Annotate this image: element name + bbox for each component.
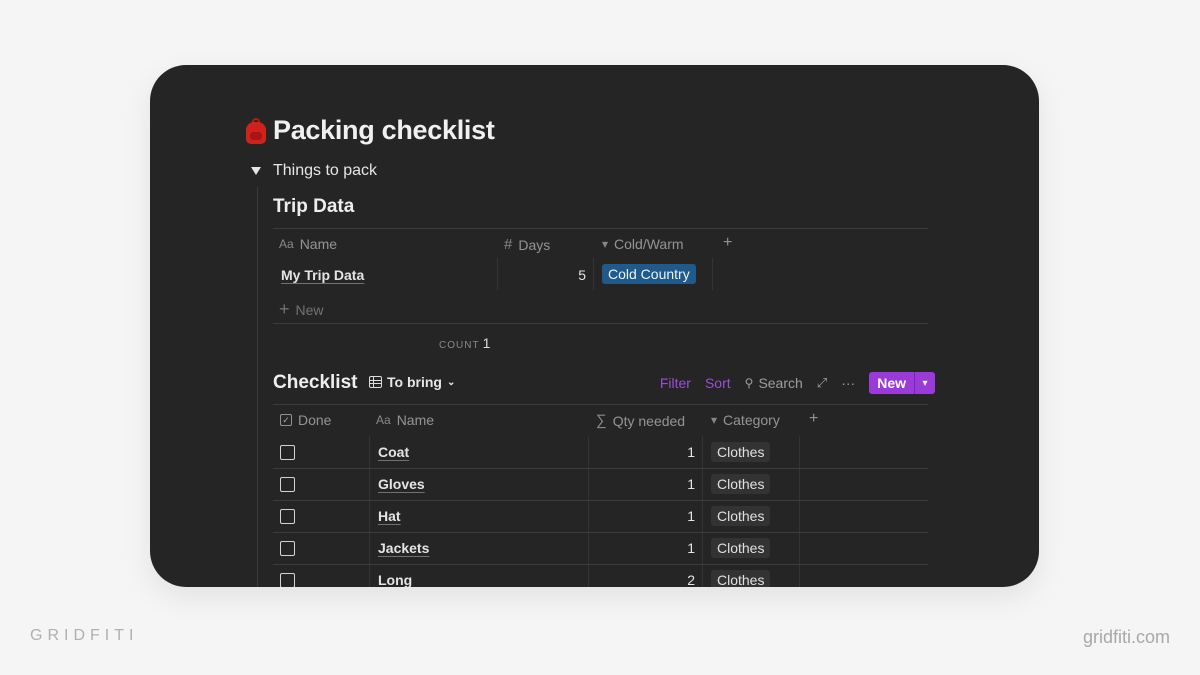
- row-category[interactable]: Clothes: [711, 570, 771, 587]
- count-summary[interactable]: COUNT 1: [439, 335, 490, 351]
- text-property-icon: Aa: [376, 413, 391, 427]
- new-button[interactable]: New ▾: [869, 372, 935, 394]
- row-category[interactable]: Clothes: [711, 442, 771, 462]
- trip-row-days[interactable]: 5: [545, 267, 586, 283]
- column-header-qty[interactable]: ∑ Qty needed: [596, 412, 685, 429]
- add-row-button[interactable]: + New: [279, 299, 324, 320]
- text-property-icon: Aa: [279, 237, 294, 251]
- status-tag: Cold Country: [602, 264, 696, 284]
- row-name[interactable]: Hat: [378, 508, 401, 524]
- chevron-down-icon: ⌄: [446, 376, 456, 388]
- toggle-block[interactable]: Things to pack: [251, 162, 377, 180]
- column-header-name[interactable]: Aa Name: [376, 412, 434, 428]
- database-toolbar: Filter Sort ⚲ Search ⤢ ··· New ▾: [660, 372, 935, 394]
- filter-button[interactable]: Filter: [660, 375, 691, 391]
- page-title[interactable]: Packing checklist: [273, 115, 495, 146]
- add-column-button[interactable]: +: [723, 234, 732, 252]
- page-header: Packing checklist: [245, 115, 495, 146]
- view-selector[interactable]: To bring ⌄: [369, 374, 455, 390]
- row-divider: [273, 468, 928, 469]
- new-button-label[interactable]: New: [869, 372, 914, 394]
- col-divider: [712, 258, 713, 290]
- row-name[interactable]: Coat: [378, 444, 409, 460]
- category-tag: Clothes: [711, 538, 771, 558]
- new-dropdown-chevron-icon[interactable]: ▾: [914, 372, 935, 394]
- category-tag: Clothes: [711, 506, 771, 526]
- row-qty[interactable]: 1: [625, 476, 695, 492]
- column-header-done[interactable]: ✓ Done: [280, 412, 331, 428]
- column-header-category[interactable]: ▾ Category: [711, 412, 780, 428]
- row-qty[interactable]: 1: [625, 508, 695, 524]
- row-qty[interactable]: 1: [625, 444, 695, 460]
- category-tag: Clothes: [711, 474, 771, 494]
- divider: [273, 323, 928, 324]
- row-category[interactable]: Clothes: [711, 506, 771, 526]
- col-divider: [593, 258, 594, 290]
- search-button[interactable]: ⚲ Search: [745, 375, 803, 391]
- done-checkbox[interactable]: [280, 477, 295, 492]
- notion-window: Packing checklist Things to pack Trip Da…: [150, 65, 1039, 587]
- brand-url: gridfiti.com: [1082, 627, 1170, 647]
- done-checkbox[interactable]: [280, 541, 295, 556]
- toggle-label: Things to pack: [273, 162, 378, 179]
- done-checkbox[interactable]: [280, 445, 295, 460]
- row-category[interactable]: Clothes: [711, 538, 771, 558]
- category-tag: Clothes: [711, 570, 771, 587]
- add-column-button[interactable]: +: [809, 410, 818, 428]
- formula-property-icon: ∑: [596, 412, 607, 429]
- row-qty[interactable]: 1: [625, 540, 695, 556]
- select-property-icon: ▾: [602, 237, 609, 251]
- select-property-icon: ▾: [711, 413, 718, 427]
- checklist-title[interactable]: Checklist: [273, 372, 357, 394]
- divider: [273, 228, 928, 229]
- row-name[interactable]: Jackets: [378, 540, 429, 556]
- trip-row-name[interactable]: My Trip Data: [281, 267, 364, 283]
- sort-button[interactable]: Sort: [705, 375, 731, 391]
- number-property-icon: #: [504, 236, 513, 253]
- row-category[interactable]: Clothes: [711, 474, 771, 494]
- done-checkbox[interactable]: [280, 509, 295, 524]
- toggle-indent-line: [257, 187, 258, 587]
- checkbox-property-icon: ✓: [280, 414, 292, 426]
- column-header-name[interactable]: Aa Name: [279, 236, 337, 252]
- column-header-cold-warm[interactable]: ▾ Cold/Warm: [602, 236, 684, 252]
- expand-icon[interactable]: ⤢: [817, 375, 827, 391]
- row-divider: [273, 564, 928, 565]
- table-view-icon: [369, 376, 382, 388]
- category-tag: Clothes: [711, 442, 771, 462]
- row-divider: [273, 532, 928, 533]
- plus-icon: +: [279, 299, 290, 319]
- backpack-icon[interactable]: [245, 117, 267, 145]
- row-name[interactable]: Long Trousers: [378, 572, 437, 587]
- notion-page: Packing checklist Things to pack Trip Da…: [245, 65, 935, 587]
- search-icon: ⚲: [744, 376, 754, 390]
- more-options-button[interactable]: ···: [841, 375, 855, 391]
- col-divider: [497, 258, 498, 290]
- trip-data-title[interactable]: Trip Data: [273, 196, 354, 218]
- done-checkbox[interactable]: [280, 573, 295, 587]
- row-qty[interactable]: 2: [625, 572, 695, 587]
- column-header-days[interactable]: # Days: [504, 236, 550, 253]
- row-name[interactable]: Gloves: [378, 476, 425, 492]
- row-divider: [273, 500, 928, 501]
- brand-logo: GRIDFITI: [30, 627, 139, 644]
- divider: [273, 404, 928, 405]
- trip-row-cold-warm[interactable]: Cold Country: [602, 264, 696, 284]
- toggle-triangle-icon[interactable]: [251, 167, 261, 175]
